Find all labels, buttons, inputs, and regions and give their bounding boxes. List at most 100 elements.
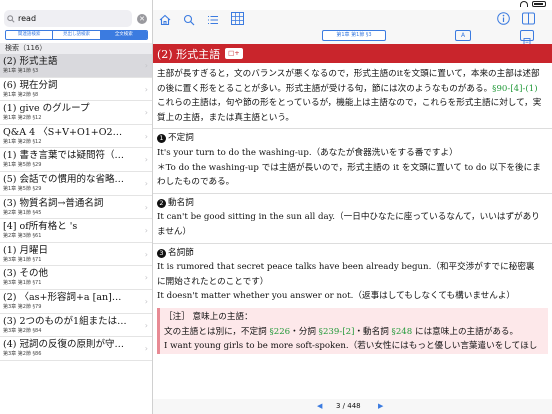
divider — [153, 242, 552, 244]
result-location: 第1章 第2節 §12 — [3, 115, 42, 122]
result-location: 第3章 第1節 §71 — [3, 256, 42, 263]
result-title: (6) 現在分詞 — [3, 79, 58, 91]
result-row[interactable]: (3) 2つのものが1組または… 第3章 第2節 §84 › — [0, 314, 152, 338]
result-row[interactable]: (5) 会話での慣用的な省略… 第1章 第5節 §29 › — [0, 172, 152, 196]
reference-link[interactable]: §90-[4]-(1) — [492, 84, 537, 94]
reference-link[interactable]: §239-[2] — [319, 327, 355, 337]
chevron-right-icon: › — [144, 202, 148, 212]
result-row[interactable]: (2) 形式主語 第1章 第1節 §3 › — [0, 54, 152, 78]
result-row[interactable]: (2) 〈as+形容詞+a [an]… 第3章 第2節 §79 › — [0, 290, 152, 314]
result-title: [4] of所有格と 's — [3, 221, 78, 233]
list-icon[interactable] — [207, 11, 219, 30]
result-row[interactable]: (1) 書き言葉では疑問符（… 第1章 第5節 §29 › — [0, 148, 152, 172]
grid-icon[interactable] — [231, 10, 244, 29]
info-icon[interactable] — [497, 10, 510, 29]
segment-full-text[interactable]: 全文検索 — [100, 31, 147, 39]
result-location: 第1章 第2節 §12 — [3, 138, 42, 145]
result-row[interactable]: (1) give のグループ 第1章 第2節 §12 › — [0, 101, 152, 125]
result-location: 第1章 第1節 §3 — [3, 68, 39, 74]
item-heading: 1 不定詞 — [157, 131, 543, 146]
segment-related-words[interactable]: 関連語検索 — [6, 31, 54, 39]
item-heading: 2 動名詞 — [157, 196, 543, 211]
chevron-right-icon: › — [144, 84, 148, 94]
search-icon — [7, 14, 15, 23]
chevron-right-icon: › — [144, 131, 148, 141]
battery-icon — [532, 1, 546, 7]
result-row[interactable]: Q&A 4 〈S+V+O1+O2… 第1章 第2節 §12 › — [0, 125, 152, 149]
sidebar-toggle-icon[interactable] — [522, 10, 535, 29]
result-location: 第1章 第5節 §29 — [3, 162, 42, 169]
chevron-right-icon: › — [144, 226, 148, 236]
result-row[interactable]: (1) 月曜日 第3章 第1節 §71 › — [0, 243, 152, 267]
result-title: (1) 月曜日 — [3, 244, 48, 256]
add-bookmark-badge[interactable]: □+ — [225, 48, 243, 59]
note-box: ［注］ 意味上の主語： 文の主語とは別に，不定詞 §226・分詞 §239-[2… — [157, 307, 548, 354]
search-results-list: (2) 形式主語 第1章 第1節 §3 › (6) 現在分詞 第1章 第2節 §8 › … — [0, 54, 152, 414]
chevron-right-icon: › — [144, 178, 148, 188]
note-example: I want young girls to be more soft-spoke… — [164, 341, 538, 352]
home-icon[interactable] — [159, 11, 171, 30]
result-row[interactable]: (4) 冠詞の反復の原則が守… 第3章 第2節 §86 › — [0, 337, 152, 361]
result-location: 第1章 第5節 §29 — [3, 185, 42, 192]
example-sentence: It doesn't matter whether you answer or … — [157, 291, 516, 302]
result-title: Q&A 4 〈S+V+O1+O2… — [3, 126, 123, 138]
search-input[interactable] — [18, 14, 128, 23]
result-title: (3) その他 — [3, 268, 48, 280]
result-row[interactable]: (6) 現在分詞 第1章 第2節 §8 › — [0, 78, 152, 102]
number-badge: 3 — [157, 248, 166, 258]
result-title: (3) 2つのものが1組または… — [3, 315, 127, 327]
number-badge: 1 — [157, 134, 166, 144]
search-field[interactable] — [4, 10, 132, 27]
font-size-button[interactable]: A — [455, 30, 471, 41]
clear-search-button[interactable]: ✕ — [137, 14, 147, 24]
current-location-button[interactable]: 第1章 第1節 §3 — [322, 30, 386, 41]
example-sentence: It can't be good sitting in the sun all … — [157, 212, 540, 237]
example-note: ＊To do the washing-up では主語が長いので，形式主語の it… — [157, 162, 541, 188]
segment-headword[interactable]: 見出し語検索 — [53, 31, 101, 39]
chevron-right-icon: › — [144, 320, 148, 330]
next-page-button[interactable]: ▶ — [378, 399, 383, 414]
result-row[interactable]: [4] of所有格と 's 第2章 第3節 §61 › — [0, 219, 152, 243]
search-mode-segmented-control: 関連語検索 見出し語検索 全文検索 — [5, 30, 148, 40]
reference-link[interactable]: §248 — [392, 327, 413, 337]
chevron-right-icon: › — [144, 61, 148, 70]
result-location: 第3章 第2節 §84 — [3, 327, 42, 334]
wifi-icon — [520, 1, 528, 7]
result-title: (3) 物質名詞→普通名詞 — [3, 197, 104, 209]
result-row[interactable]: (3) その他 第3章 第1節 §71 › — [0, 266, 152, 290]
article-content: 主部が長すぎると，文のバランスが悪くなるので，形式主語のitを文頭に置いて，本来… — [153, 63, 552, 399]
note-button[interactable] — [520, 30, 534, 45]
result-location: 第3章 第2節 §79 — [3, 303, 42, 310]
page-footer: ◀ 3 / 448 ▶ — [153, 399, 552, 414]
intro-paragraph: 主部が長すぎると，文のバランスが悪くなるので，形式主語のitを文頭に置いて，本来… — [157, 69, 540, 94]
result-title: (4) 冠詞の反復の原則が守… — [3, 339, 124, 351]
chevron-right-icon: › — [144, 108, 148, 118]
chevron-right-icon: › — [144, 155, 148, 165]
result-location: 第1章 第2節 §8 — [3, 91, 39, 98]
result-location: 第2章 第3節 §61 — [3, 233, 42, 240]
page-indicator: 3 / 448 — [336, 402, 361, 410]
results-count-header: 検索（116） — [0, 43, 152, 54]
example-sentence: It's your turn to do the washing-up.（あなた… — [157, 147, 458, 158]
divider — [153, 128, 552, 130]
search-icon[interactable] — [183, 11, 195, 30]
note-title: ［注］ 意味上の主語： — [164, 311, 253, 322]
chevron-right-icon: › — [144, 344, 148, 354]
divider — [153, 192, 552, 194]
result-location: 第2章 第1節 §45 — [3, 209, 42, 216]
result-title: (2) 〈as+形容詞+a [an]… — [3, 291, 122, 303]
result-title: (5) 会話での慣用的な省略… — [3, 173, 124, 185]
chevron-right-icon: › — [144, 249, 148, 259]
result-row[interactable]: (3) 物質名詞→普通名詞 第2章 第1節 §45 › — [0, 196, 152, 220]
result-location: 第3章 第2節 §86 — [3, 351, 42, 358]
chevron-right-icon: › — [144, 296, 148, 306]
section-title-bar: (2) 形式主語 □+ — [153, 44, 552, 63]
result-title: (2) 形式主語 — [3, 56, 58, 67]
result-title: (1) give のグループ — [3, 103, 90, 115]
result-location: 第3章 第1節 §71 — [3, 280, 42, 287]
previous-page-button[interactable]: ◀ — [317, 399, 322, 414]
chevron-right-icon: › — [144, 273, 148, 283]
reference-link[interactable]: §226 — [269, 327, 290, 337]
intro-paragraph-2: これらの主語は，句や節の形をとっているが，機能上は主語なので，これらを形式主語に… — [157, 98, 542, 123]
number-badge: 2 — [157, 198, 166, 208]
